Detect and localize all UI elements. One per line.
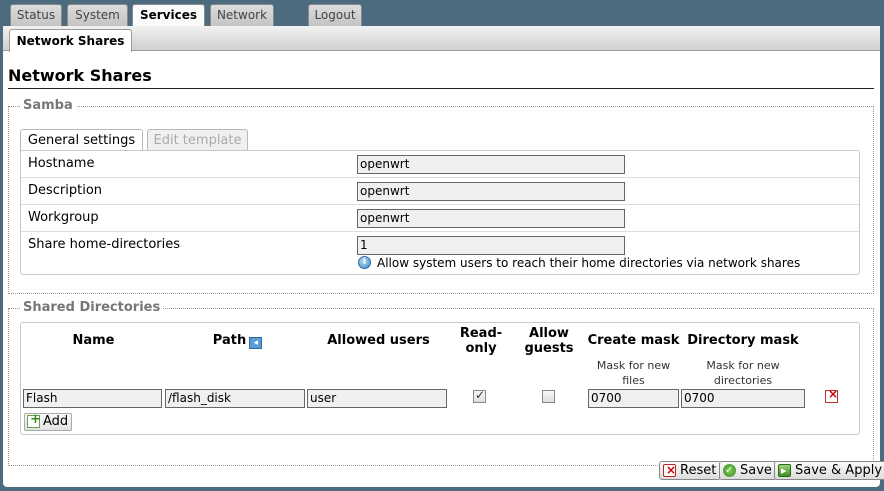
home-dirs-hint: Allow system users to reach their home d… xyxy=(377,256,801,270)
reset-label: Reset xyxy=(680,463,717,478)
workgroup-label: Workgroup xyxy=(28,210,99,225)
shared-directories-table: Name Path ◂ Allowed users Read- only Allo… xyxy=(20,322,860,435)
col-read-only: Read- only xyxy=(449,326,513,356)
hostname-field[interactable]: openwrt xyxy=(357,155,625,174)
col-allowed-users: Allowed users xyxy=(327,333,430,348)
tab-network-shares[interactable]: Network Shares xyxy=(9,29,132,52)
create-mask-desc-line2: files xyxy=(622,374,645,387)
add-label: Add xyxy=(43,414,69,429)
col-allow-guests-line2: guests xyxy=(524,341,574,356)
hostname-label: Hostname xyxy=(28,156,95,171)
page-title: Network Shares xyxy=(8,66,874,89)
save-apply-label: Save & Apply xyxy=(795,463,883,478)
shared-directories-section: Shared Directories Name Path ◂ Allowed us… xyxy=(8,300,874,466)
dir-mask-desc: Mask for new directories xyxy=(681,358,805,388)
tab-general-settings[interactable]: General settings xyxy=(20,129,143,152)
reset-button[interactable]: Reset xyxy=(659,461,722,480)
samba-legend: Samba xyxy=(20,98,76,113)
add-button[interactable]: Add xyxy=(24,412,73,431)
workgroup-row: Workgroup openwrt xyxy=(21,205,859,232)
share-users-field[interactable]: user xyxy=(307,389,447,408)
apply-icon xyxy=(778,462,791,479)
col-allow-guests: Allow guests xyxy=(517,326,581,356)
tab-status[interactable]: Status xyxy=(10,4,62,26)
general-settings-panel: Hostname openwrt Description openwrt Wor… xyxy=(20,150,860,275)
description-label: Description xyxy=(28,183,103,198)
sub-menu: Network Shares xyxy=(3,26,880,52)
tab-services[interactable]: Services xyxy=(132,4,205,27)
hostname-row: Hostname openwrt xyxy=(21,151,859,178)
save-label: Save xyxy=(740,463,772,478)
samba-section: Samba General settings Edit template Hos… xyxy=(8,98,874,294)
delete-icon[interactable] xyxy=(825,387,838,403)
reset-icon xyxy=(663,462,676,479)
tab-system[interactable]: System xyxy=(67,4,128,26)
description-row: Description openwrt xyxy=(21,178,859,205)
col-path-label: Path xyxy=(212,333,247,348)
col-read-only-line1: Read- xyxy=(459,326,503,341)
home-dirs-row: Share home-directories 1 i Allow system … xyxy=(21,232,859,275)
save-apply-button[interactable]: Save & Apply xyxy=(774,461,884,480)
read-only-checkbox[interactable] xyxy=(473,388,486,403)
col-read-only-line2: only xyxy=(465,341,497,356)
col-allow-guests-line1: Allow xyxy=(529,326,569,341)
sort-icon[interactable]: ◂ xyxy=(249,337,263,349)
create-mask-desc-line1: Mask for new xyxy=(596,359,671,372)
home-dirs-field[interactable]: 1 xyxy=(357,236,625,255)
directory-mask-field[interactable]: 0700 xyxy=(681,389,805,408)
description-field[interactable]: openwrt xyxy=(357,182,625,201)
dir-mask-desc-line2: directories xyxy=(713,374,773,387)
col-create-mask: Create mask xyxy=(587,333,680,348)
add-icon xyxy=(27,412,41,428)
tab-logout[interactable]: Logout xyxy=(308,4,362,26)
col-directory-mask: Directory mask xyxy=(687,333,799,348)
col-name: Name xyxy=(72,333,115,348)
share-path-field[interactable]: /flash_disk xyxy=(165,389,305,408)
share-name-field[interactable]: Flash xyxy=(23,389,162,408)
tab-network[interactable]: Network xyxy=(210,4,274,26)
allow-guests-checkbox[interactable] xyxy=(542,390,555,403)
workgroup-field[interactable]: openwrt xyxy=(357,209,625,228)
home-dirs-label: Share home-directories xyxy=(28,237,181,252)
info-icon: i xyxy=(358,256,371,269)
create-mask-desc: Mask for new files xyxy=(587,358,680,388)
main-panel: Network Shares Network Shares Samba Gene… xyxy=(3,26,884,487)
dir-mask-desc-line1: Mask for new xyxy=(706,359,780,372)
col-path: Path ◂ xyxy=(167,333,308,349)
tab-edit-template[interactable]: Edit template xyxy=(147,129,248,152)
save-icon xyxy=(723,462,736,479)
shared-directories-legend: Shared Directories xyxy=(20,300,164,315)
top-menu: Status System Services Network Logout xyxy=(0,0,884,27)
save-button[interactable]: Save xyxy=(719,461,777,480)
create-mask-field[interactable]: 0700 xyxy=(588,389,679,408)
